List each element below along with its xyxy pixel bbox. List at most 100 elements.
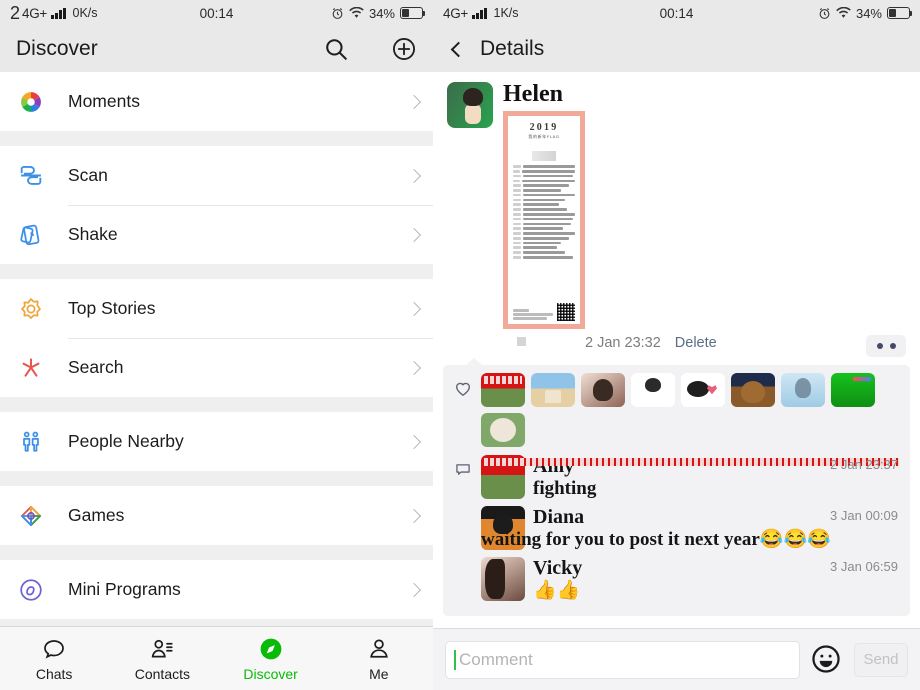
group-separator — [0, 131, 433, 146]
menu-group: Top Stories Search — [0, 279, 433, 397]
back-chevron-icon[interactable] — [450, 41, 467, 57]
comment-composer: Comment Send — [433, 628, 920, 690]
poster-footer-text — [513, 309, 557, 321]
chevron-right-icon — [406, 360, 422, 375]
sidebar-item-label: Top Stories — [68, 298, 156, 318]
post-author-name[interactable]: Helen — [503, 81, 920, 107]
moment-details-pane: 4G+ 1K/s 00:14 34% Details Helen 2019 我的… — [433, 0, 920, 690]
sidebar-item-games[interactable]: Games — [0, 486, 433, 545]
delete-button[interactable]: Delete — [675, 335, 717, 351]
discover-menu-list[interactable]: Moments Scan Shake Top Stories Search Pe… — [0, 72, 433, 626]
comments-section: Amy fighting 2 Jan 23:37 Diana waiting f… — [453, 455, 902, 608]
menu-group: Moments — [0, 72, 433, 131]
comment-text: 👍👍 — [533, 579, 581, 601]
contacts-icon — [148, 635, 176, 663]
sidebar-item-moments[interactable]: Moments — [0, 72, 433, 131]
tab-discover[interactable]: Discover — [217, 635, 325, 682]
people-nearby-icon — [16, 427, 46, 457]
carrier-label: 4G+ — [443, 5, 468, 21]
moments-aperture-icon — [16, 87, 46, 117]
list-item[interactable] — [531, 373, 575, 408]
comment-timestamp: 3 Jan 06:59 — [830, 558, 898, 574]
emoji-smiley-icon[interactable] — [810, 643, 844, 677]
list-item[interactable] — [631, 373, 675, 408]
status-left-group: 4G+ 1K/s — [443, 6, 519, 21]
poster-year: 2019 — [529, 122, 559, 134]
sidebar-item-search[interactable]: Search — [0, 338, 433, 397]
signal-bars-icon — [472, 7, 487, 19]
avatar[interactable] — [481, 455, 525, 500]
list-item[interactable] — [781, 373, 825, 408]
mini-programs-icon — [16, 575, 46, 605]
comment-text: waiting for you to post it next year😂😂😂 — [481, 529, 831, 551]
alarm-clock-icon — [818, 7, 831, 20]
sidebar-item-top-stories[interactable]: Top Stories — [0, 279, 433, 338]
person-icon — [365, 635, 393, 663]
shake-icon — [16, 220, 46, 250]
list-item[interactable] — [481, 413, 525, 448]
discover-navbar: Discover — [0, 26, 433, 72]
battery-percent: 34% — [368, 5, 395, 21]
discover-compass-icon — [257, 635, 285, 663]
sidebar-item-scan[interactable]: Scan — [0, 146, 433, 205]
group-separator — [0, 471, 433, 486]
battery-percent: 34% — [855, 5, 882, 21]
post-meta: 2 Jan 23:32 Delete — [517, 335, 920, 358]
group-separator — [0, 264, 433, 279]
tab-me[interactable]: Me — [325, 635, 433, 682]
tab-chats[interactable]: Chats — [0, 635, 108, 682]
sidebar-item-label: People Nearby — [68, 431, 184, 451]
avatar[interactable] — [481, 556, 525, 601]
post-main: Helen 2019 我的新年FLAG 2 Jan 23:32 Delete — [503, 81, 920, 358]
send-button[interactable]: Send — [854, 642, 908, 677]
menu-group: Scan Shake — [0, 146, 433, 264]
chevron-right-icon — [406, 168, 422, 183]
new-year-flag-poster[interactable]: 2019 我的新年FLAG — [503, 111, 585, 330]
sidebar-item-label: Moments — [68, 91, 140, 111]
sidebar-item-label: Games — [68, 505, 125, 525]
sidebar-item-shake[interactable]: Shake — [0, 205, 433, 264]
more-dots-button[interactable] — [866, 335, 906, 358]
top-stories-icon — [16, 294, 46, 324]
games-icon — [16, 501, 46, 531]
list-item[interactable] — [681, 373, 725, 408]
qr-code-icon — [557, 303, 575, 322]
list-item[interactable] — [831, 373, 875, 408]
chat-bubble-icon — [40, 635, 68, 663]
comment-input[interactable]: Comment — [445, 640, 800, 679]
details-body: Helen 2019 我的新年FLAG 2 Jan 23:32 Delete A… — [433, 72, 920, 628]
avatar[interactable] — [447, 82, 493, 128]
post-timestamp: 2 Jan 23:32 — [585, 335, 661, 352]
poster-line-list — [513, 165, 575, 259]
list-item[interactable] — [731, 373, 775, 408]
comment-timestamp: 2 Jan 23:37 — [830, 457, 898, 473]
plus-circle-icon[interactable] — [391, 36, 417, 62]
comment-placeholder: Comment — [459, 649, 533, 669]
list-item[interactable] — [581, 373, 625, 408]
comment-bubble-icon[interactable] — [453, 461, 475, 608]
tab-label: Contacts — [134, 666, 190, 682]
post-image-wrap: 2019 我的新年FLAG — [503, 111, 920, 330]
search-icon[interactable] — [323, 36, 349, 62]
sidebar-item-label: Search — [68, 357, 124, 377]
text-caret — [454, 649, 456, 670]
chevron-right-icon — [406, 582, 422, 597]
list-item[interactable] — [481, 373, 525, 408]
group-separator — [0, 619, 433, 626]
table-row[interactable]: Amy fighting 2 Jan 23:37 — [481, 455, 902, 500]
chevron-right-icon — [406, 434, 422, 449]
table-row[interactable]: Vicky 👍👍 3 Jan 06:59 — [481, 556, 902, 602]
liker-avatars — [481, 373, 902, 448]
table-row[interactable]: Diana waiting for you to post it next ye… — [481, 506, 902, 551]
details-navbar: Details — [433, 26, 920, 72]
status-right-group: 34% — [331, 5, 426, 21]
sidebar-item-people-nearby[interactable]: People Nearby — [0, 412, 433, 471]
sidebar-item-label: Scan — [68, 165, 108, 185]
sidebar-item-mini-programs[interactable]: Mini Programs — [0, 560, 433, 619]
menu-group: Mini Programs — [0, 560, 433, 619]
search-star-icon — [16, 353, 46, 383]
battery-icon — [887, 7, 913, 19]
tab-label: Chats — [35, 666, 73, 682]
tab-contacts[interactable]: Contacts — [108, 635, 216, 682]
heart-outline-icon[interactable] — [453, 380, 475, 403]
